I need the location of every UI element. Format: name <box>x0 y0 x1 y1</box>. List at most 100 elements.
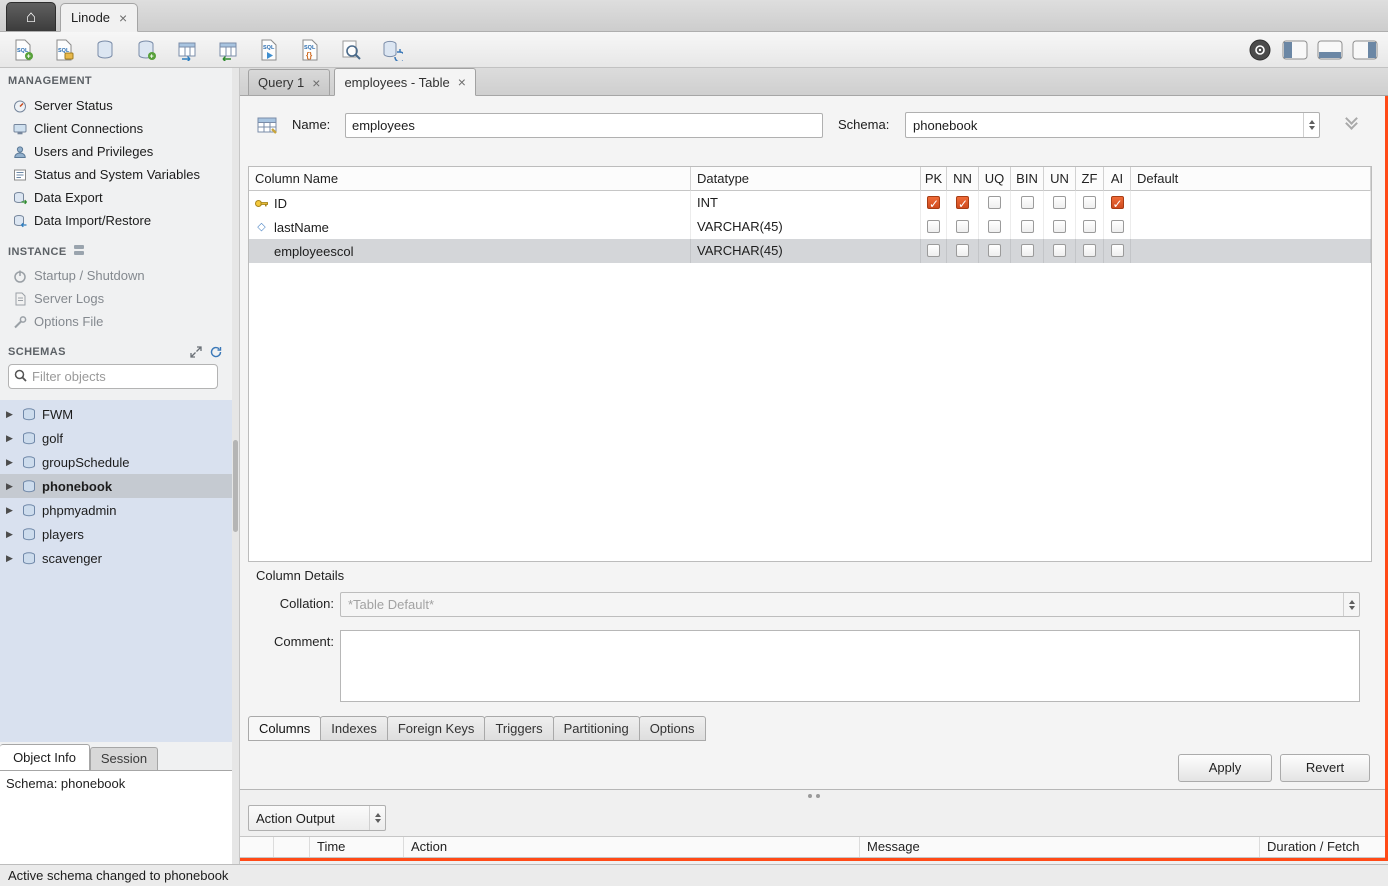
header-zf[interactable]: ZF <box>1076 167 1104 191</box>
toggle-sidebar-icon[interactable] <box>1282 37 1308 63</box>
header-bin[interactable]: BIN <box>1011 167 1044 191</box>
subtab-partitioning[interactable]: Partitioning <box>553 716 640 741</box>
sidebar-item-users-privileges[interactable]: Users and Privileges <box>0 140 232 163</box>
output-col-message[interactable]: Message <box>860 837 1260 857</box>
schema-item-fwm[interactable]: ▶ FWM <box>0 402 232 426</box>
header-pk[interactable]: PK <box>921 167 947 191</box>
schema-item-scavenger[interactable]: ▶ scavenger <box>0 546 232 570</box>
un-checkbox[interactable] <box>1053 196 1066 209</box>
expand-arrow-icon[interactable]: ▶ <box>6 409 16 420</box>
ai-checkbox[interactable] <box>1111 196 1124 209</box>
sidebar-item-server-status[interactable]: Server Status <box>0 94 232 117</box>
schema-filter-input[interactable] <box>32 369 202 384</box>
table-data-import-icon[interactable] <box>174 37 200 63</box>
expand-arrow-icon[interactable]: ▶ <box>6 505 16 516</box>
schema-item-groupschedule[interactable]: ▶ groupSchedule <box>0 450 232 474</box>
uq-checkbox[interactable] <box>988 220 1001 233</box>
reconnect-db-icon[interactable] <box>379 37 405 63</box>
sql-inspector-icon[interactable]: SQL{} <box>297 37 323 63</box>
sidebar-item-data-export[interactable]: Data Export <box>0 186 232 209</box>
table-data-export-icon[interactable] <box>215 37 241 63</box>
zf-checkbox[interactable] <box>1083 220 1096 233</box>
un-checkbox[interactable] <box>1053 244 1066 257</box>
bin-checkbox[interactable] <box>1021 244 1034 257</box>
subtab-indexes[interactable]: Indexes <box>320 716 388 741</box>
action-output-select[interactable]: Action Output <box>248 805 386 831</box>
sidebar-item-server-logs[interactable]: Server Logs <box>0 287 232 310</box>
toggle-secondary-sidebar-icon[interactable] <box>1352 37 1378 63</box>
zf-checkbox[interactable] <box>1083 244 1096 257</box>
subtab-columns[interactable]: Columns <box>248 716 321 741</box>
bin-checkbox[interactable] <box>1021 196 1034 209</box>
tab-object-info[interactable]: Object Info <box>0 744 90 771</box>
close-tab-icon[interactable]: × <box>312 75 320 91</box>
column-row-employeescol[interactable]: employeescol VARCHAR(45) <box>249 239 1371 263</box>
zf-checkbox[interactable] <box>1083 196 1096 209</box>
header-un[interactable]: UN <box>1044 167 1076 191</box>
apply-button[interactable]: Apply <box>1178 754 1272 782</box>
column-default[interactable] <box>1131 239 1371 263</box>
home-tab[interactable]: ⌂ <box>6 2 56 31</box>
column-row-lastname[interactable]: ◇ lastName VARCHAR(45) <box>249 215 1371 239</box>
close-tab-icon[interactable]: × <box>458 74 466 90</box>
create-schema-icon[interactable] <box>92 37 118 63</box>
subtab-foreign-keys[interactable]: Foreign Keys <box>387 716 486 741</box>
header-uq[interactable]: UQ <box>979 167 1011 191</box>
expand-arrow-icon[interactable]: ▶ <box>6 481 16 492</box>
pk-checkbox[interactable] <box>927 196 940 209</box>
expand-arrow-icon[interactable]: ▶ <box>6 529 16 540</box>
schema-item-players[interactable]: ▶ players <box>0 522 232 546</box>
search-objects-icon[interactable] <box>338 37 364 63</box>
new-sql-tab-icon[interactable]: SQL+ <box>10 37 36 63</box>
output-splitter[interactable] <box>240 790 1388 802</box>
expand-arrow-icon[interactable]: ▶ <box>6 553 16 564</box>
nn-checkbox[interactable] <box>956 196 969 209</box>
output-col-action[interactable]: Action <box>404 837 860 857</box>
refresh-schemas-icon[interactable] <box>210 346 222 358</box>
sidebar-item-startup-shutdown[interactable]: Startup / Shutdown <box>0 264 232 287</box>
bin-checkbox[interactable] <box>1021 220 1034 233</box>
schema-select[interactable]: phonebook <box>905 112 1320 138</box>
uq-checkbox[interactable] <box>988 244 1001 257</box>
header-column-name[interactable]: Column Name <box>249 167 691 191</box>
schema-item-golf[interactable]: ▶ golf <box>0 426 232 450</box>
connection-tab[interactable]: Linode × <box>60 3 138 32</box>
tab-employees-table[interactable]: employees - Table × <box>334 68 475 96</box>
output-col-time[interactable]: Time <box>310 837 404 857</box>
schema-item-phpmyadmin[interactable]: ▶ phpmyadmin <box>0 498 232 522</box>
scrollbar-thumb[interactable] <box>233 440 238 532</box>
uq-checkbox[interactable] <box>988 196 1001 209</box>
toggle-output-area-icon[interactable] <box>1317 37 1343 63</box>
header-nn[interactable]: NN <box>947 167 979 191</box>
comment-textarea[interactable] <box>340 630 1360 702</box>
sidebar-item-options-file[interactable]: Options File <box>0 310 232 333</box>
sidebar-item-status-system-variables[interactable]: Status and System Variables <box>0 163 232 186</box>
expand-arrow-icon[interactable]: ▶ <box>6 457 16 468</box>
sidebar-scrollbar[interactable] <box>232 68 240 864</box>
expand-arrow-icon[interactable]: ▶ <box>6 433 16 444</box>
un-checkbox[interactable] <box>1053 220 1066 233</box>
sidebar-item-client-connections[interactable]: Client Connections <box>0 117 232 140</box>
expand-schemas-icon[interactable] <box>190 346 202 358</box>
schema-item-phonebook[interactable]: ▶ phonebook <box>0 474 232 498</box>
header-default[interactable]: Default <box>1131 167 1371 191</box>
column-default[interactable] <box>1131 215 1371 239</box>
collation-select[interactable]: *Table Default* <box>340 592 1360 617</box>
run-sql-script-icon[interactable]: SQL <box>256 37 282 63</box>
open-sql-script-icon[interactable]: SQL <box>51 37 77 63</box>
ai-checkbox[interactable] <box>1111 220 1124 233</box>
pk-checkbox[interactable] <box>927 220 940 233</box>
table-name-input[interactable] <box>345 113 823 138</box>
subtab-options[interactable]: Options <box>639 716 706 741</box>
collapse-header-icon[interactable] <box>1340 114 1362 138</box>
revert-button[interactable]: Revert <box>1280 754 1370 782</box>
ai-checkbox[interactable] <box>1111 244 1124 257</box>
tab-query-1[interactable]: Query 1 × <box>248 69 330 95</box>
tab-session[interactable]: Session <box>90 747 158 771</box>
header-ai[interactable]: AI <box>1104 167 1131 191</box>
header-datatype[interactable]: Datatype <box>691 167 921 191</box>
output-col-duration[interactable]: Duration / Fetch <box>1260 837 1388 857</box>
preferences-icon[interactable] <box>1247 37 1273 63</box>
nn-checkbox[interactable] <box>956 244 969 257</box>
column-row-id[interactable]: ID INT <box>249 191 1371 215</box>
